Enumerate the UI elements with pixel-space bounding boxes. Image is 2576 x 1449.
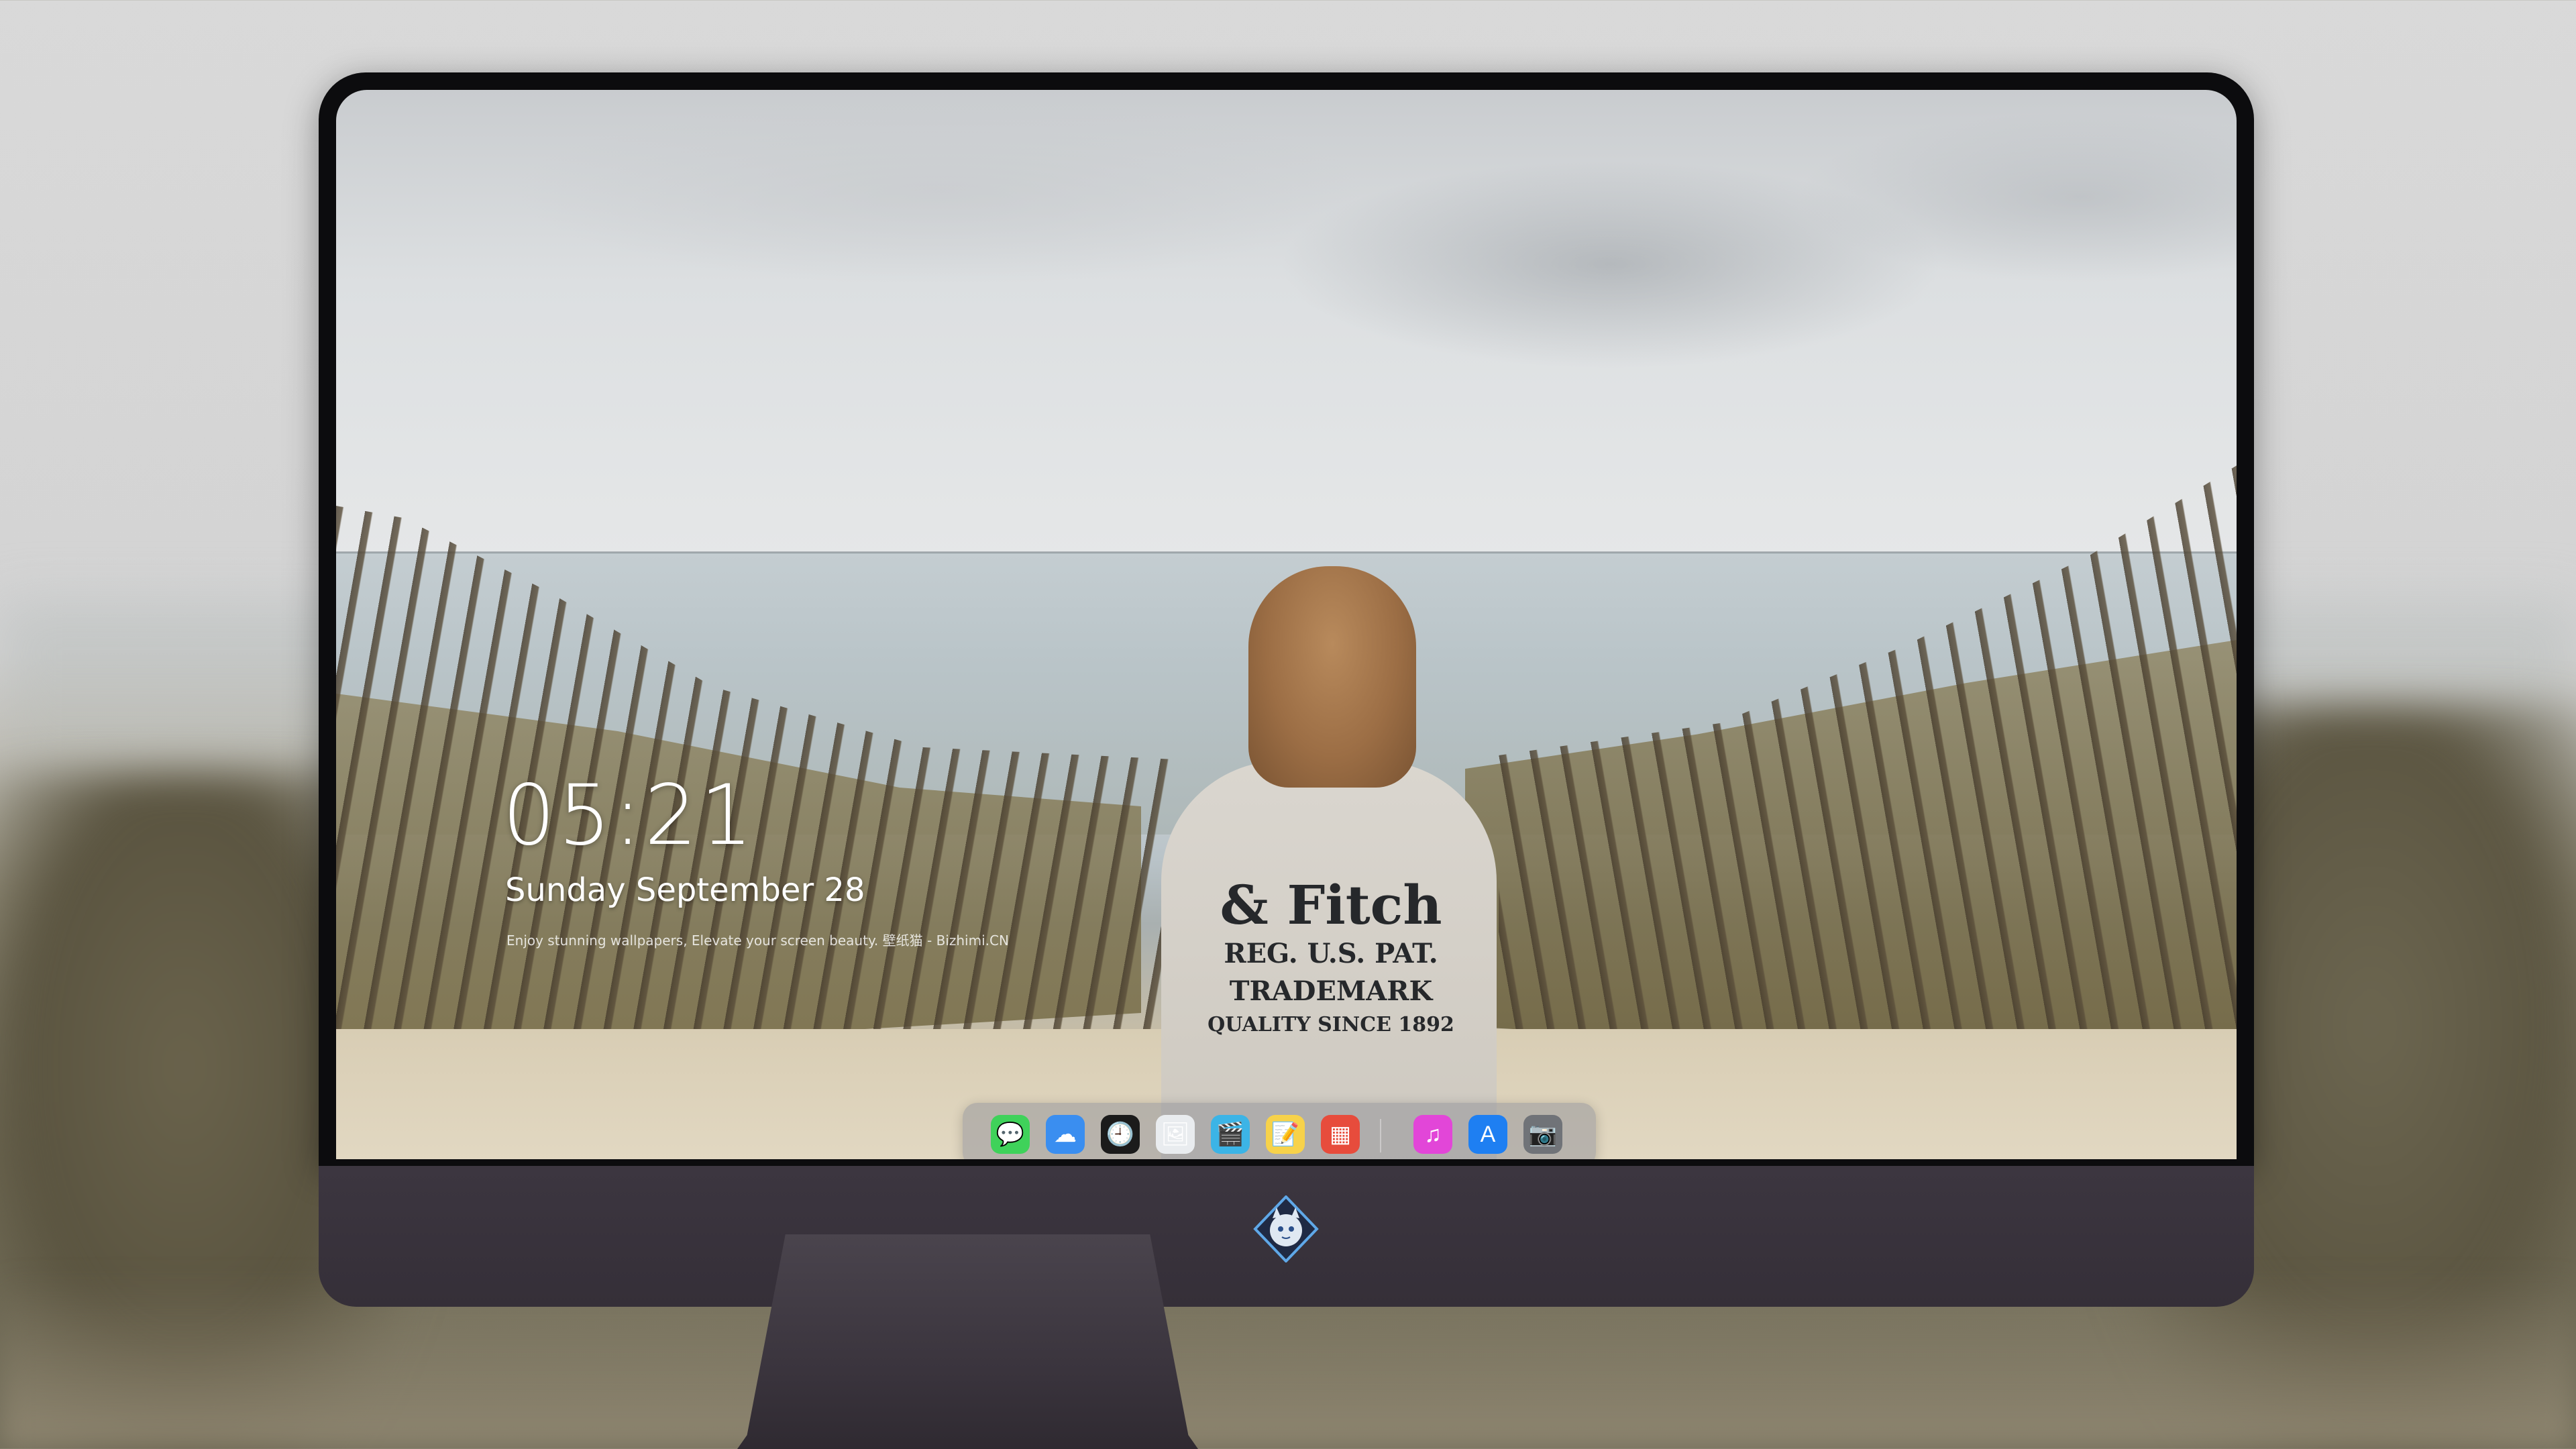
lock-clock: 05:21 (502, 767, 756, 864)
music-icon[interactable]: ♫ (1413, 1115, 1452, 1154)
dock-separator (1380, 1119, 1381, 1152)
monitor-stand (728, 1234, 1208, 1449)
weather-icon[interactable]: ☁ (1046, 1115, 1085, 1154)
wallpaper-horizon (336, 551, 2237, 553)
monitor: & Fitch REG. U.S. PAT. TRADEMARK QUALITY… (319, 72, 2254, 1307)
clock-icon[interactable]: 🕘 (1101, 1115, 1140, 1154)
hoodie-print-line3: QUALITY SINCE 1892 (1208, 1013, 1454, 1036)
monitor-chin (319, 1166, 2254, 1307)
notes-icon[interactable]: 📝 (1266, 1115, 1305, 1154)
hoodie-print-line2: REG. U.S. PAT. TRADEMARK (1224, 938, 1438, 1007)
clips-icon[interactable]: 🎬 (1211, 1115, 1250, 1154)
wallpaper-hoodie-print: & Fitch REG. U.S. PAT. TRADEMARK QUALITY… (1180, 875, 1482, 1040)
messages-icon[interactable]: 💬 (991, 1115, 1030, 1154)
wallpaper-tagline: Enjoy stunning wallpapers, Elevate your … (506, 932, 1009, 949)
preview-icon[interactable]: 🖼 (1156, 1115, 1195, 1154)
wallpaper-clouds (336, 90, 2237, 559)
hoodie-print-line1: & Fitch (1220, 873, 1442, 936)
lock-date: Sunday September 28 (505, 871, 865, 909)
app-store-icon[interactable]: A (1468, 1115, 1507, 1154)
camera-icon[interactable]: 📷 (1523, 1115, 1562, 1154)
lock-screen[interactable]: & Fitch REG. U.S. PAT. TRADEMARK QUALITY… (336, 90, 2237, 1159)
monitor-bezel: & Fitch REG. U.S. PAT. TRADEMARK QUALITY… (319, 72, 2254, 1166)
mascot-logo-icon (1253, 1195, 1319, 1263)
photo-booth-icon[interactable]: ▦ (1321, 1115, 1360, 1154)
dock: 💬 ☁ 🕘 🖼 🎬 📝 ▦ ♫ A 📷 (963, 1103, 1596, 1159)
wallpaper-person-hair (1248, 566, 1416, 788)
